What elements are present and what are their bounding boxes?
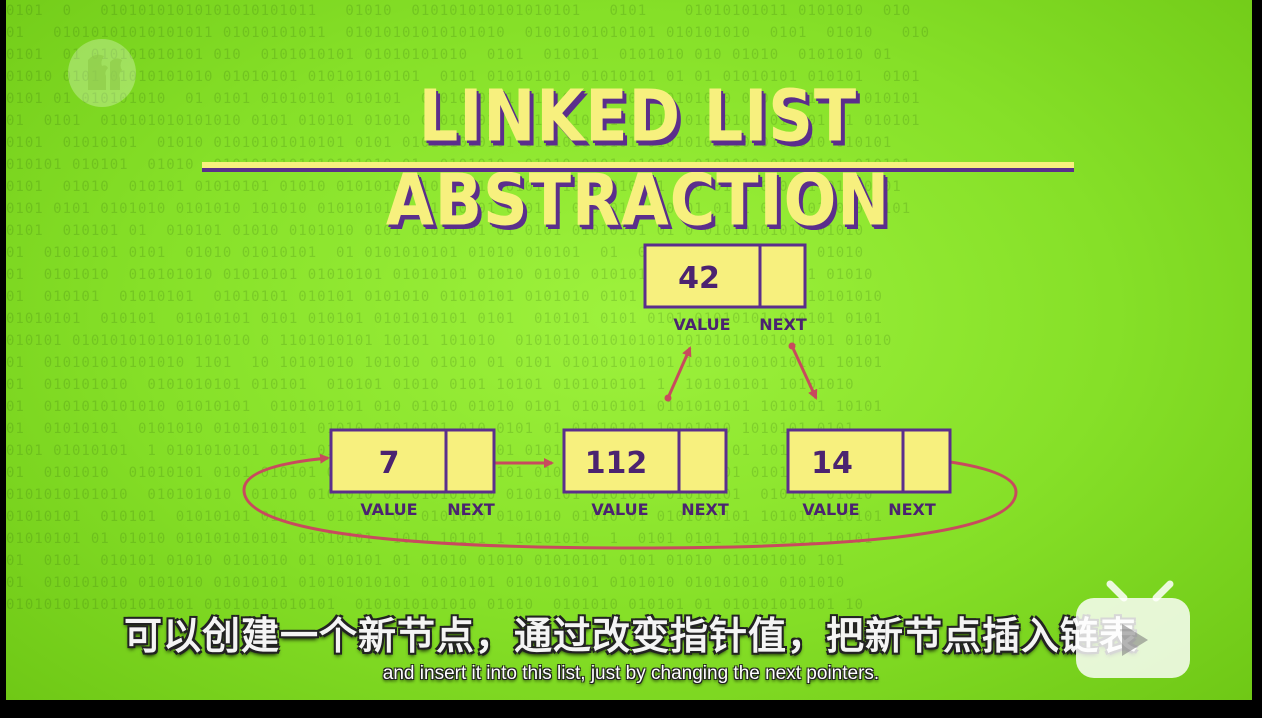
- value-label: VALUE: [802, 500, 859, 519]
- node-value: 42: [678, 261, 720, 296]
- node-next-cell: [758, 243, 807, 309]
- next-label: NEXT: [447, 500, 495, 519]
- node-next-cell: [444, 428, 496, 494]
- pointer-arrow-112-to-42: [666, 346, 692, 399]
- pointer-dot: [664, 394, 672, 402]
- next-label: NEXT: [759, 315, 807, 334]
- list-node-7: 7 VALUE NEXT: [329, 428, 496, 519]
- tv-play-icon[interactable]: [1072, 578, 1194, 686]
- linked-list-diagram: 42 VALUE NEXT 7 VALUE NEXT 112 VALUE NEX…: [242, 243, 1018, 550]
- list-node-112: 112 VALUE NEXT: [562, 428, 729, 519]
- pointer-arrow-42-to-14: [790, 345, 818, 400]
- node-value: 14: [811, 446, 853, 481]
- next-label: NEXT: [888, 500, 936, 519]
- list-node-42: 42 VALUE NEXT: [643, 243, 807, 334]
- video-frame: 0101 0 01010101010101010101011 01010 010…: [0, 0, 1262, 718]
- value-label: VALUE: [360, 500, 417, 519]
- node-value: 112: [585, 446, 648, 481]
- next-label: NEXT: [681, 500, 729, 519]
- list-node-14: 14 VALUE NEXT: [786, 428, 952, 519]
- value-label: VALUE: [591, 500, 648, 519]
- node-next-cell: [677, 428, 728, 494]
- value-label: VALUE: [673, 315, 730, 334]
- video-player[interactable]: 0101 0 01010101010101010101011 01010 010…: [6, 0, 1252, 700]
- node-value: 7: [379, 446, 400, 481]
- node-next-cell: [901, 428, 952, 494]
- pointer-dot: [788, 342, 796, 350]
